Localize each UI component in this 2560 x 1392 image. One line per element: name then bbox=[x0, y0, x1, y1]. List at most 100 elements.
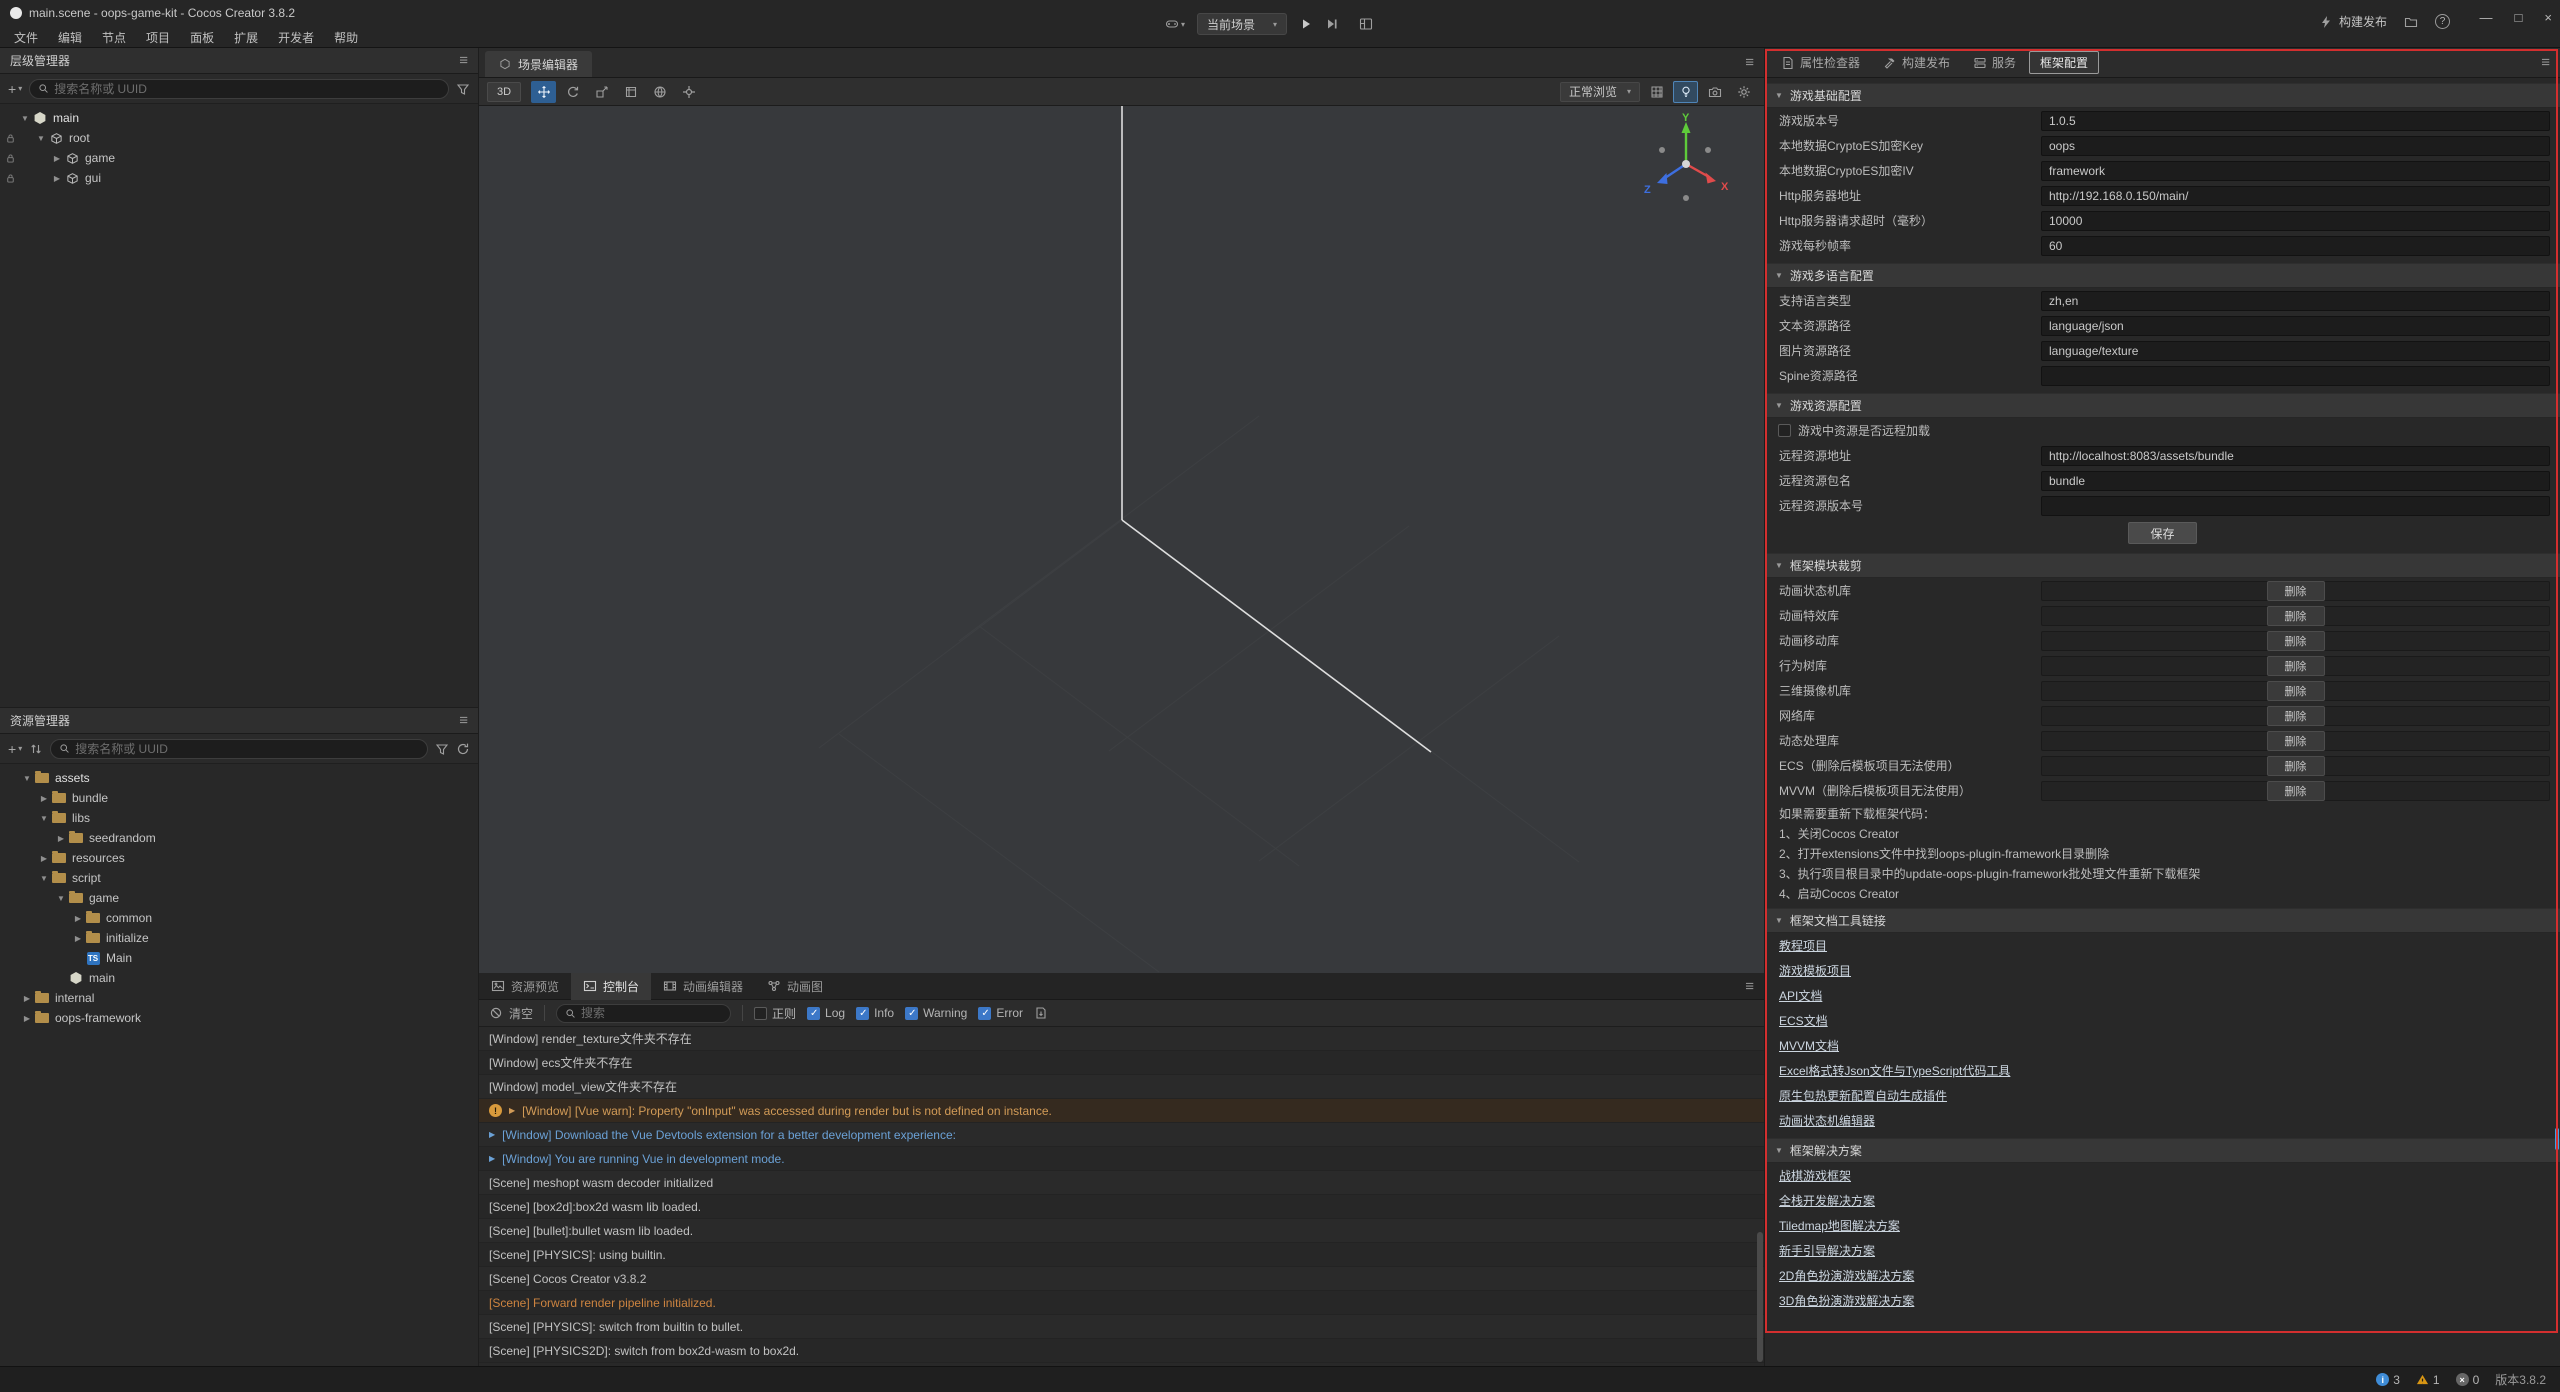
log-row[interactable]: [Window] model_view文件夹不存在 bbox=[479, 1075, 1764, 1099]
link-api-docs[interactable]: API文档 bbox=[1779, 987, 1822, 1004]
asset-node-resources[interactable]: ▶resources bbox=[0, 848, 478, 868]
lock-icon[interactable] bbox=[5, 153, 16, 164]
step-button[interactable] bbox=[1325, 17, 1339, 31]
log-row[interactable]: [Window] render_texture文件夹不存在 bbox=[479, 1027, 1764, 1051]
tab-scene-editor[interactable]: 场景编辑器 bbox=[485, 51, 592, 77]
spine-path-input[interactable] bbox=[2041, 366, 2550, 386]
hierarchy-node-main[interactable]: ▼ main bbox=[0, 108, 478, 128]
expand-arrow[interactable]: ▼ bbox=[37, 874, 51, 883]
asset-node-game[interactable]: ▼game bbox=[0, 888, 478, 908]
link-template-project[interactable]: 游戏模板项目 bbox=[1779, 962, 1851, 979]
menu-edit[interactable]: 编辑 bbox=[48, 29, 92, 46]
log-row[interactable]: [Scene] meshopt wasm decoder initialized bbox=[479, 1171, 1764, 1195]
crypto-iv-input[interactable] bbox=[2041, 161, 2550, 181]
expand-arrow[interactable]: ▼ bbox=[54, 894, 68, 903]
inspector-scrollbar[interactable] bbox=[2555, 1128, 2559, 1150]
close-button[interactable]: × bbox=[2544, 10, 2552, 25]
menu-developer[interactable]: 开发者 bbox=[268, 29, 324, 46]
link-guide-solution[interactable]: 新手引导解决方案 bbox=[1779, 1242, 1875, 1259]
hierarchy-node-gui[interactable]: ▶ gui bbox=[0, 168, 478, 188]
checkbox[interactable] bbox=[754, 1007, 767, 1020]
expand-arrow[interactable]: ▶ bbox=[71, 914, 85, 923]
expand-arrow[interactable]: ▶ bbox=[37, 854, 51, 863]
log-row[interactable]: [Scene] Cocos Creator v3.8.2 bbox=[479, 1267, 1764, 1291]
delete-button[interactable]: 删除 bbox=[2267, 756, 2325, 776]
checkbox[interactable] bbox=[807, 1007, 820, 1020]
filter-regex[interactable]: 正则 bbox=[754, 1005, 796, 1022]
link-2drpg-solution[interactable]: 2D角色扮演游戏解决方案 bbox=[1779, 1267, 1914, 1284]
warning-count[interactable]: 1 bbox=[2416, 1373, 2440, 1387]
section-basic-config[interactable]: ▼游戏基础配置 bbox=[1765, 83, 2560, 108]
lock-icon[interactable] bbox=[5, 173, 16, 184]
expand-arrow[interactable]: ▶ bbox=[20, 1014, 34, 1023]
expand-arrow[interactable]: ▼ bbox=[20, 774, 34, 783]
log-row[interactable]: [Scene] [bullet]:bullet wasm lib loaded. bbox=[479, 1219, 1764, 1243]
scale-tool-button[interactable] bbox=[589, 81, 614, 103]
section-module-trim[interactable]: ▼框架模块裁剪 bbox=[1765, 553, 2560, 578]
build-publish-button[interactable]: 构建发布 bbox=[2319, 13, 2387, 30]
rotate-tool-button[interactable] bbox=[560, 81, 585, 103]
assets-refresh-button[interactable] bbox=[456, 742, 470, 756]
filter-log[interactable]: Log bbox=[807, 1006, 845, 1020]
link-mvvm-docs[interactable]: MVVM文档 bbox=[1779, 1037, 1839, 1054]
expand-arrow[interactable]: ▼ bbox=[37, 814, 51, 823]
log-row-warning[interactable]: [Scene] Forward render pipeline initiali… bbox=[479, 1291, 1764, 1315]
menu-help[interactable]: 帮助 bbox=[324, 29, 368, 46]
axis-gizmo[interactable]: Y X Z bbox=[1636, 112, 1736, 212]
link-ecs-docs[interactable]: ECS文档 bbox=[1779, 1012, 1828, 1029]
menu-panel[interactable]: 面板 bbox=[180, 29, 224, 46]
assets-sort-button[interactable] bbox=[29, 742, 43, 756]
toggle-3d-button[interactable]: 3D bbox=[487, 82, 521, 102]
tab-animation-graph[interactable]: 动画图 bbox=[755, 973, 835, 1000]
asset-node-main-ts[interactable]: TSMain bbox=[0, 948, 478, 968]
lock-icon[interactable] bbox=[5, 133, 16, 144]
expand-arrow[interactable]: ▶ bbox=[50, 154, 64, 163]
section-doc-links[interactable]: ▼框架文档工具链接 bbox=[1765, 908, 2560, 933]
delete-button[interactable]: 删除 bbox=[2267, 606, 2325, 626]
info-count[interactable]: i3 bbox=[2376, 1373, 2400, 1387]
expand-arrow[interactable]: ▶ bbox=[20, 994, 34, 1003]
hierarchy-filter-button[interactable] bbox=[456, 82, 470, 96]
link-tiledmap-solution[interactable]: Tiledmap地图解决方案 bbox=[1779, 1217, 1900, 1234]
tab-console[interactable]: 控制台 bbox=[571, 973, 651, 1000]
link-tbs-framework[interactable]: 战棋游戏框架 bbox=[1779, 1167, 1851, 1184]
expand-arrow[interactable]: ▼ bbox=[18, 114, 32, 123]
section-solutions[interactable]: ▼框架解决方案 bbox=[1765, 1138, 2560, 1163]
assets-search-input[interactable] bbox=[75, 742, 419, 756]
save-button[interactable]: 保存 bbox=[2128, 522, 2196, 544]
link-hotupdate-plugin[interactable]: 原生包热更新配置自动生成插件 bbox=[1779, 1087, 1947, 1104]
checkbox[interactable] bbox=[856, 1007, 869, 1020]
checkbox[interactable] bbox=[978, 1007, 991, 1020]
checkbox[interactable] bbox=[905, 1007, 918, 1020]
log-row[interactable]: [Scene] [box2d]:box2d wasm lib loaded. bbox=[479, 1195, 1764, 1219]
delete-button[interactable]: 删除 bbox=[2267, 781, 2325, 801]
scene-viewport[interactable]: Y X Z bbox=[479, 106, 1764, 973]
tab-animation-editor[interactable]: 动画编辑器 bbox=[651, 973, 755, 1000]
menu-project[interactable]: 项目 bbox=[136, 29, 180, 46]
help-button[interactable]: ? bbox=[2435, 14, 2450, 29]
error-count[interactable]: ×0 bbox=[2456, 1373, 2480, 1387]
expand-arrow[interactable]: ▶ bbox=[37, 794, 51, 803]
frame-rate-input[interactable] bbox=[2041, 236, 2550, 256]
remote-bundle-input[interactable] bbox=[2041, 471, 2550, 491]
rect-tool-button[interactable] bbox=[618, 81, 643, 103]
hierarchy-node-root[interactable]: ▼ root bbox=[0, 128, 478, 148]
hierarchy-menu-icon[interactable]: ≡ bbox=[459, 52, 468, 69]
layout-button[interactable] bbox=[1359, 17, 1373, 31]
console-scrollbar[interactable] bbox=[1757, 1232, 1763, 1362]
open-project-folder-button[interactable] bbox=[2404, 15, 2418, 29]
delete-button[interactable]: 删除 bbox=[2267, 656, 2325, 676]
language-types-input[interactable] bbox=[2041, 291, 2550, 311]
expand-arrow-icon[interactable]: ▶ bbox=[509, 1106, 515, 1115]
scene-camera-button[interactable] bbox=[1702, 81, 1727, 103]
log-row[interactable]: [Scene] [PHYSICS]: switch from builtin t… bbox=[479, 1315, 1764, 1339]
console-search-input[interactable] bbox=[581, 1006, 722, 1020]
http-server-input[interactable] bbox=[2041, 186, 2550, 206]
hierarchy-node-game[interactable]: ▶ game bbox=[0, 148, 478, 168]
image-path-input[interactable] bbox=[2041, 341, 2550, 361]
pivot-button[interactable] bbox=[676, 81, 701, 103]
log-row-warning[interactable]: !▶[Window] [Vue warn]: Property "onInput… bbox=[479, 1099, 1764, 1123]
menu-node[interactable]: 节点 bbox=[92, 29, 136, 46]
expand-arrow[interactable]: ▼ bbox=[34, 134, 48, 143]
section-resource-config[interactable]: ▼游戏资源配置 bbox=[1765, 393, 2560, 418]
